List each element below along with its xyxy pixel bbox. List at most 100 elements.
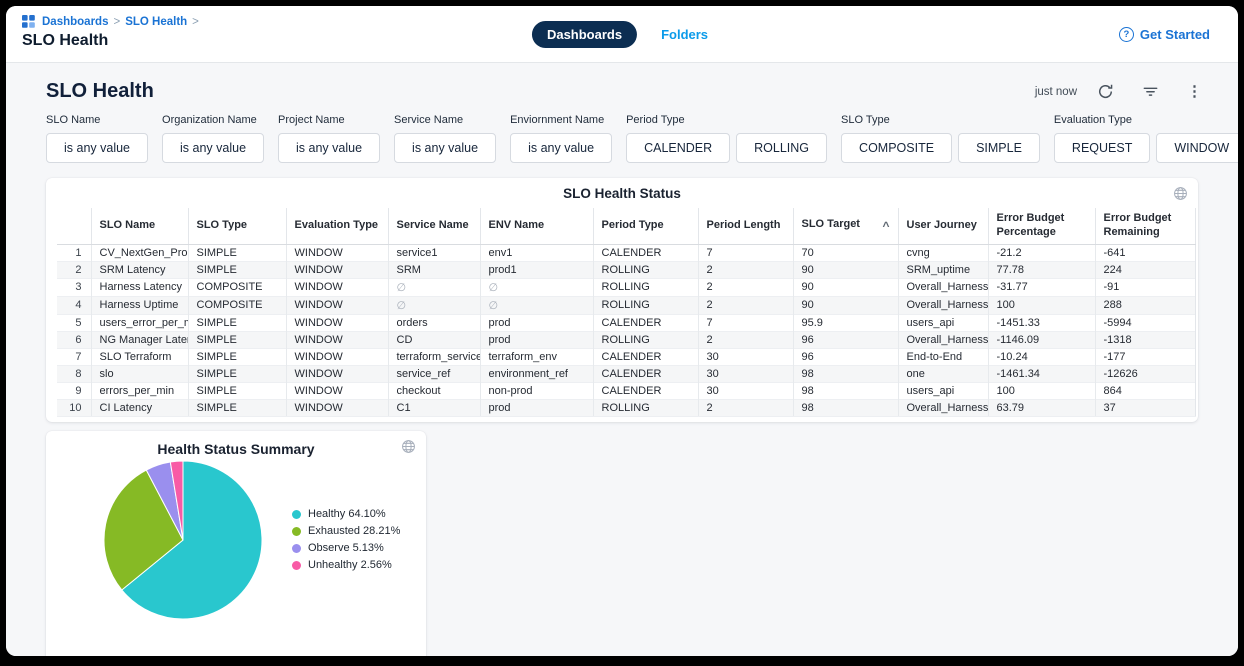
filter-options: is any value <box>394 133 496 163</box>
table-explore-button[interactable] <box>1173 186 1188 204</box>
globe-icon <box>1173 186 1188 201</box>
table-cell: 100 <box>988 296 1095 314</box>
table-cell: -12626 <box>1095 365 1195 382</box>
table-row[interactable]: 7SLO TerraformSIMPLEWINDOWterraform_serv… <box>57 348 1195 365</box>
column-header-slo-target[interactable]: SLO Target^ <box>793 208 898 244</box>
table-cell: -5994 <box>1095 314 1195 331</box>
legend-label: Unhealthy 2.56% <box>308 557 392 574</box>
table-cell: 90 <box>793 296 898 314</box>
table-row[interactable]: 4Harness UptimeCOMPOSITEWINDOW∅∅ROLLING2… <box>57 296 1195 314</box>
table-cell: 90 <box>793 261 898 278</box>
table-title: SLO Health Status <box>57 186 1187 201</box>
filter-option-button[interactable]: WINDOW <box>1156 133 1238 163</box>
table-cell: 100 <box>988 382 1095 399</box>
table-cell: End-to-End <box>898 348 988 365</box>
row-number-cell: 9 <box>57 382 91 399</box>
filter-option-button[interactable]: is any value <box>278 133 380 163</box>
filter-option-button[interactable]: is any value <box>46 133 148 163</box>
legend-item[interactable]: Exhausted 28.21% <box>292 523 400 540</box>
filter-label: SLO Type <box>841 114 1040 126</box>
legend-item[interactable]: Unhealthy 2.56% <box>292 557 400 574</box>
table-cell: terraform_env <box>480 348 593 365</box>
table-cell: CALENDER <box>593 382 698 399</box>
column-header-evaluation-type[interactable]: Evaluation Type <box>286 208 388 244</box>
table-row[interactable]: 1CV_NextGen_ProdSIMPLEWINDOWservice1env1… <box>57 244 1195 261</box>
breadcrumb-separator: > <box>192 16 199 28</box>
column-header-env-name[interactable]: ENV Name <box>480 208 593 244</box>
health-status-summary-tile: Health Status Summary Healthy 64.10%Exha… <box>46 431 426 657</box>
table-cell: service_ref <box>388 365 480 382</box>
column-header-label: Period Length <box>707 219 781 231</box>
table-cell: 63.79 <box>988 399 1095 416</box>
filter-label: Project Name <box>278 114 380 126</box>
column-header-slo-name[interactable]: SLO Name <box>91 208 188 244</box>
table-row[interactable]: 10CI LatencySIMPLEWINDOWC1prodROLLING298… <box>57 399 1195 416</box>
table-row[interactable]: 9errors_per_minSIMPLEWINDOWcheckoutnon-p… <box>57 382 1195 399</box>
filter-bar: SLO Nameis any valueOrganization Nameis … <box>6 103 1238 163</box>
table-cell: CI Latency <box>91 399 188 416</box>
legend-label: Observe 5.13% <box>308 540 384 557</box>
refresh-icon <box>1097 83 1114 100</box>
more-options-button[interactable]: ⋮ <box>1185 82 1204 101</box>
column-header-error-budget-remaining[interactable]: Error Budget Remaining <box>1095 208 1195 244</box>
table-cell: users_api <box>898 314 988 331</box>
pie-explore-button[interactable] <box>401 439 416 457</box>
filter-option-button[interactable]: SIMPLE <box>958 133 1040 163</box>
row-number-cell: 10 <box>57 399 91 416</box>
filter-option-button[interactable]: is any value <box>162 133 264 163</box>
dashboard-toolbar: SLO Health just now <box>6 63 1238 103</box>
globe-icon <box>401 439 416 454</box>
filter-options: is any value <box>46 133 148 163</box>
table-cell: 95.9 <box>793 314 898 331</box>
filter-group: Enviornment Nameis any value <box>510 114 612 163</box>
table-cell: ROLLING <box>593 278 698 296</box>
table-cell: CALENDER <box>593 244 698 261</box>
breadcrumb-link[interactable]: SLO Health <box>125 16 187 28</box>
column-header-service-name[interactable]: Service Name <box>388 208 480 244</box>
table-cell: 7 <box>698 244 793 261</box>
filter-options: is any value <box>510 133 612 163</box>
column-header-label: Period Type <box>602 219 664 231</box>
get-started-label: Get Started <box>1140 27 1210 42</box>
table-cell: ROLLING <box>593 399 698 416</box>
column-header-period-type[interactable]: Period Type <box>593 208 698 244</box>
tab-folders[interactable]: Folders <box>657 21 712 48</box>
filter-group: Evaluation TypeREQUESTWINDOW <box>1054 114 1238 163</box>
table-cell: WINDOW <box>286 314 388 331</box>
table-row[interactable]: 6NG Manager LatencySIMPLEWINDOWCDprodROL… <box>57 331 1195 348</box>
filter-option-button[interactable]: COMPOSITE <box>841 133 952 163</box>
filter-options: CALENDERROLLING <box>626 133 827 163</box>
legend-item[interactable]: Healthy 64.10% <box>292 506 400 523</box>
table-row[interactable]: 8sloSIMPLEWINDOWservice_refenvironment_r… <box>57 365 1195 382</box>
slo-health-status-table: SLO NameSLO Type Evaluation Type Service N… <box>57 208 1196 417</box>
get-started-link[interactable]: ? Get Started <box>1119 27 1210 42</box>
dashboards-grid-icon <box>22 15 35 28</box>
column-header-user-journey[interactable]: User Journey <box>898 208 988 244</box>
table-row[interactable]: 2SRM LatencySIMPLEWINDOWSRMprod1ROLLING2… <box>57 261 1195 278</box>
column-header-slo-type[interactable]: SLO Type <box>188 208 286 244</box>
column-header-period-length[interactable]: Period Length <box>698 208 793 244</box>
filter-option-button[interactable]: is any value <box>394 133 496 163</box>
table-cell: C1 <box>388 399 480 416</box>
table-row[interactable]: 5users_error_per_minSIMPLEWINDOWorderspr… <box>57 314 1195 331</box>
column-header-error-budget-percentage[interactable]: Error Budget Percentage <box>988 208 1095 244</box>
tab-dashboards[interactable]: Dashboards <box>532 21 637 48</box>
breadcrumb: Dashboards>SLO Health> <box>22 15 199 28</box>
column-header-label: Evaluation Type <box>295 219 379 231</box>
row-number-cell: 8 <box>57 365 91 382</box>
filter-option-button[interactable]: ROLLING <box>736 133 827 163</box>
table-cell: 2 <box>698 331 793 348</box>
table-cell: ∅ <box>388 296 480 314</box>
table-cell: prod <box>480 331 593 348</box>
filter-option-button[interactable]: is any value <box>510 133 612 163</box>
filter-options: REQUESTWINDOW <box>1054 133 1238 163</box>
table-row[interactable]: 3Harness LatencyCOMPOSITEWINDOW∅∅ROLLING… <box>57 278 1195 296</box>
filter-label: SLO Name <box>46 114 148 126</box>
breadcrumb-link[interactable]: Dashboards <box>42 16 108 28</box>
filters-toggle-button[interactable] <box>1140 81 1161 102</box>
pie-legend: Healthy 64.10%Exhausted 28.21%Observe 5.… <box>292 506 400 574</box>
filter-option-button[interactable]: CALENDER <box>626 133 730 163</box>
refresh-button[interactable] <box>1095 81 1116 102</box>
legend-item[interactable]: Observe 5.13% <box>292 540 400 557</box>
filter-option-button[interactable]: REQUEST <box>1054 133 1150 163</box>
